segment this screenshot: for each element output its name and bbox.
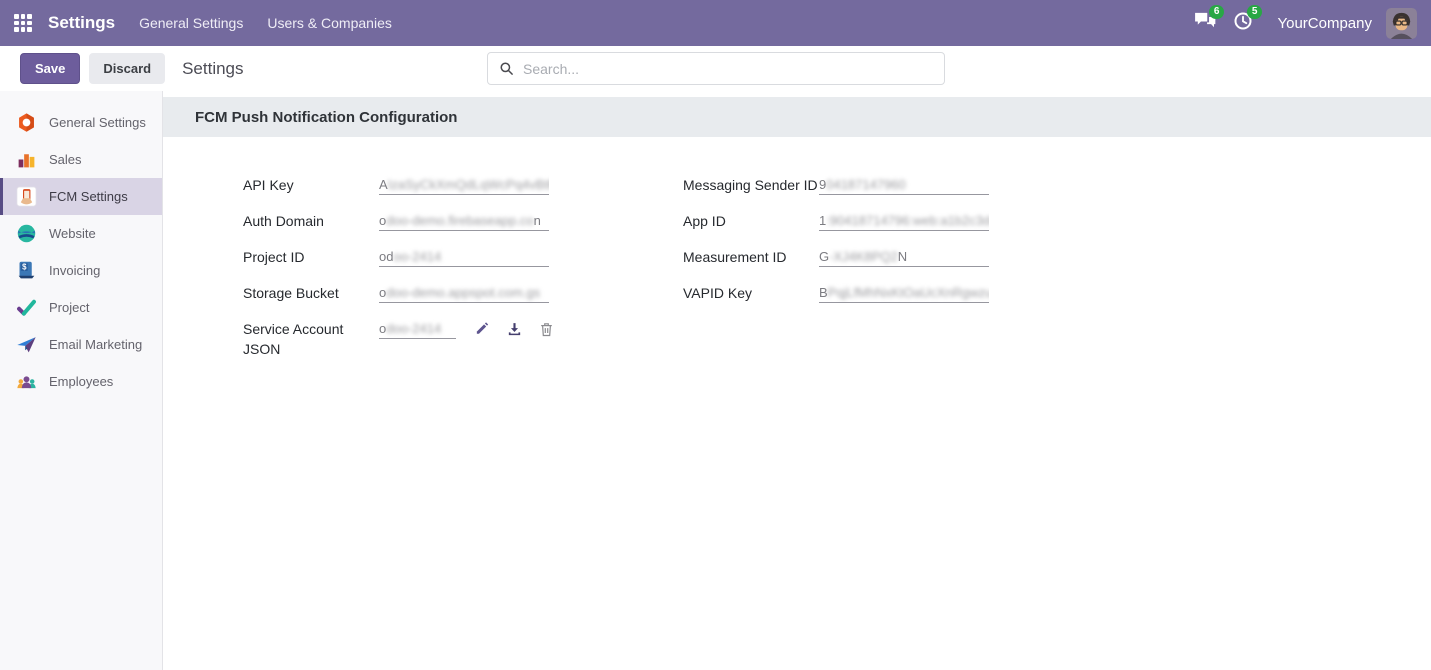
delete-trash-icon[interactable]	[538, 321, 555, 338]
invoice-icon: $	[15, 259, 38, 282]
sidebar-item-general-settings[interactable]: General Settings	[0, 104, 162, 141]
field-label: App ID	[683, 211, 819, 231]
settings-content: FCM Push Notification Configuration API …	[163, 91, 1431, 670]
service-account-actions	[474, 319, 555, 339]
sidebar-item-label: Employees	[49, 374, 113, 389]
field-label: Measurement ID	[683, 247, 819, 267]
sidebar-item-label: Invoicing	[49, 263, 100, 278]
field-label: Auth Domain	[243, 211, 379, 231]
menu-users-companies[interactable]: Users & Companies	[267, 15, 392, 31]
api-key-input[interactable]: AIzaSyCkXmQdLqWcPq4vBtRF	[379, 175, 549, 195]
fcm-settings-form: API Key AIzaSyCkXmQdLqWcPq4vBtRF Auth Do…	[163, 137, 1431, 375]
field-value-prefix: od	[379, 249, 393, 264]
sidebar-item-label: General Settings	[49, 115, 146, 130]
field-label: Storage Bucket	[243, 283, 379, 303]
sidebar-item-label: Website	[49, 226, 96, 241]
field-service-account-json: Service Account JSON odoo-2414	[243, 319, 683, 360]
activities-button[interactable]: 5	[1229, 10, 1257, 36]
field-value-blurred: doo-2414	[386, 321, 441, 336]
field-value-blurred: -XJ4K8PQ2	[829, 249, 898, 264]
sidebar-item-label: Sales	[49, 152, 82, 167]
menu-general-settings[interactable]: General Settings	[139, 15, 243, 31]
field-value-prefix: A	[379, 177, 388, 192]
search-bar[interactable]	[487, 52, 945, 85]
field-value-suffix: n	[534, 213, 541, 228]
settings-sidebar: General Settings Sales FC	[0, 91, 163, 670]
field-value-prefix: 9	[819, 177, 826, 192]
field-value-prefix: 1	[819, 213, 826, 228]
field-messaging-sender-id: Messaging Sender ID 904187147960	[683, 175, 1143, 196]
messages-button[interactable]: 6	[1191, 10, 1219, 36]
field-value-blurred: oo-2414	[393, 249, 441, 264]
activities-badge: 5	[1247, 5, 1263, 19]
field-auth-domain: Auth Domain odoo-demo.firebaseapp.con	[243, 211, 683, 232]
search-icon	[499, 61, 514, 76]
user-avatar[interactable]	[1386, 8, 1417, 39]
field-label: API Key	[243, 175, 379, 195]
sidebar-item-label: Email Marketing	[49, 337, 142, 352]
auth-domain-input[interactable]: odoo-demo.firebaseapp.con	[379, 211, 549, 231]
control-panel: Save Discard Settings	[0, 46, 1431, 91]
phone-icon	[15, 185, 38, 208]
svg-text:$: $	[22, 263, 27, 272]
measurement-id-input[interactable]: G-XJ4K8PQ2N	[819, 247, 989, 267]
gear-icon	[15, 111, 38, 134]
field-value-blurred: PqjLfMhNxKtOaUcXnRgwzu	[828, 285, 989, 300]
discard-button[interactable]: Discard	[89, 53, 165, 84]
field-api-key: API Key AIzaSyCkXmQdLqWcPq4vBtRF	[243, 175, 683, 196]
field-label: Service Account JSON	[243, 319, 379, 360]
edit-pencil-icon[interactable]	[474, 321, 491, 338]
messaging-sender-id-input[interactable]: 904187147960	[819, 175, 989, 195]
people-icon	[15, 370, 38, 393]
messages-badge: 6	[1209, 5, 1225, 19]
field-value-blurred: doo-demo.firebaseapp.co	[386, 213, 533, 228]
sidebar-item-employees[interactable]: Employees	[0, 363, 162, 400]
field-vapid-key: VAPID Key BPqjLfMhNxKtOaUcXnRgwzuT	[683, 283, 1143, 304]
globe-icon	[15, 222, 38, 245]
sidebar-item-website[interactable]: Website	[0, 215, 162, 252]
storage-bucket-input[interactable]: odoo-demo.appspot.com.gs	[379, 283, 549, 303]
field-label: Messaging Sender ID	[683, 175, 819, 195]
sidebar-item-label: FCM Settings	[49, 189, 128, 204]
field-label: VAPID Key	[683, 283, 819, 303]
sidebar-item-label: Project	[49, 300, 89, 315]
sidebar-item-project[interactable]: Project	[0, 289, 162, 326]
section-header: FCM Push Notification Configuration	[163, 97, 1431, 137]
company-name[interactable]: YourCompany	[1277, 15, 1372, 32]
sidebar-item-invoicing[interactable]: $ Invoicing	[0, 252, 162, 289]
field-value-blurred: doo-demo.appspot.com.gs	[386, 285, 540, 300]
bar-chart-icon	[15, 148, 38, 171]
field-value-prefix: o	[379, 321, 386, 336]
paper-plane-icon	[15, 333, 38, 356]
breadcrumb: Settings	[182, 59, 243, 79]
download-icon[interactable]	[506, 321, 523, 338]
search-input[interactable]	[523, 61, 933, 77]
section-title: FCM Push Notification Configuration	[195, 109, 457, 126]
save-button[interactable]: Save	[20, 53, 80, 84]
field-value-suffix: N	[898, 249, 907, 264]
field-app-id: App ID 1:90418714796:web:a1b2c3d450	[683, 211, 1143, 232]
field-value-prefix: o	[379, 285, 386, 300]
apps-menu-icon[interactable]	[14, 14, 32, 32]
field-storage-bucket: Storage Bucket odoo-demo.appspot.com.gs	[243, 283, 683, 304]
check-icon	[15, 296, 38, 319]
field-label: Project ID	[243, 247, 379, 267]
field-value-blurred: :90418714796:web:a1b2c3d45	[826, 213, 989, 228]
sidebar-item-email-marketing[interactable]: Email Marketing	[0, 326, 162, 363]
field-value-prefix: o	[379, 213, 386, 228]
service-account-json-input[interactable]: odoo-2414	[379, 319, 456, 339]
field-value-blurred: 04187147960	[826, 177, 906, 192]
field-value-prefix: B	[819, 285, 828, 300]
field-project-id: Project ID odoo-2414	[243, 247, 683, 268]
app-title[interactable]: Settings	[48, 13, 115, 33]
sidebar-item-sales[interactable]: Sales	[0, 141, 162, 178]
app-id-input[interactable]: 1:90418714796:web:a1b2c3d450	[819, 211, 989, 231]
field-value-prefix: G	[819, 249, 829, 264]
field-measurement-id: Measurement ID G-XJ4K8PQ2N	[683, 247, 1143, 268]
vapid-key-input[interactable]: BPqjLfMhNxKtOaUcXnRgwzuT	[819, 283, 989, 303]
field-value-blurred: IzaSyCkXmQdLqWcPq4vBtR	[388, 177, 549, 192]
project-id-input[interactable]: odoo-2414	[379, 247, 549, 267]
sidebar-item-fcm-settings[interactable]: FCM Settings	[0, 178, 162, 215]
top-navbar: Settings General Settings Users & Compan…	[0, 0, 1431, 46]
